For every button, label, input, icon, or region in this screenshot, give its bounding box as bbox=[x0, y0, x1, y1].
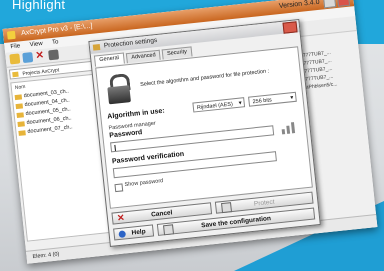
algorithm-label: Algorithm in use: bbox=[107, 107, 166, 121]
general-panel: Select the algorithm and password for fi… bbox=[95, 46, 313, 209]
screenshot-card: AxCrypt Pro v3 - [E:\...] Version 3.4.0 … bbox=[2, 0, 378, 264]
key-size-select[interactable]: 256 bits bbox=[248, 91, 297, 107]
menu-item-tools[interactable]: To bbox=[52, 39, 59, 46]
app-icon bbox=[6, 30, 16, 40]
delete-icon[interactable]: ✕ bbox=[35, 50, 46, 62]
show-password-checkbox[interactable] bbox=[114, 183, 124, 193]
menu-item-file[interactable]: File bbox=[10, 43, 20, 50]
dialog-title: Protection settings bbox=[103, 36, 158, 50]
protection-settings-dialog: Protection settings General Advanced Sec… bbox=[88, 18, 321, 248]
algorithm-select[interactable]: Rijndael (AES) bbox=[192, 97, 246, 113]
dialog-close-button[interactable] bbox=[282, 21, 298, 34]
lock-icon bbox=[106, 73, 131, 105]
encrypt-icon[interactable] bbox=[22, 52, 34, 64]
menu-item-view[interactable]: View bbox=[30, 41, 43, 48]
window-close-button[interactable] bbox=[336, 0, 351, 7]
settings-icon[interactable] bbox=[48, 49, 60, 61]
show-password-label: Show password bbox=[124, 178, 164, 189]
folder-icon[interactable] bbox=[9, 53, 21, 65]
dialog-description: Select the algorithm and password for fi… bbox=[139, 68, 270, 88]
minimize-button[interactable] bbox=[323, 0, 337, 9]
password-generator-icon[interactable] bbox=[279, 121, 298, 135]
header-text: Highlight bbox=[12, 0, 66, 12]
help-button[interactable]: Help bbox=[113, 224, 155, 241]
